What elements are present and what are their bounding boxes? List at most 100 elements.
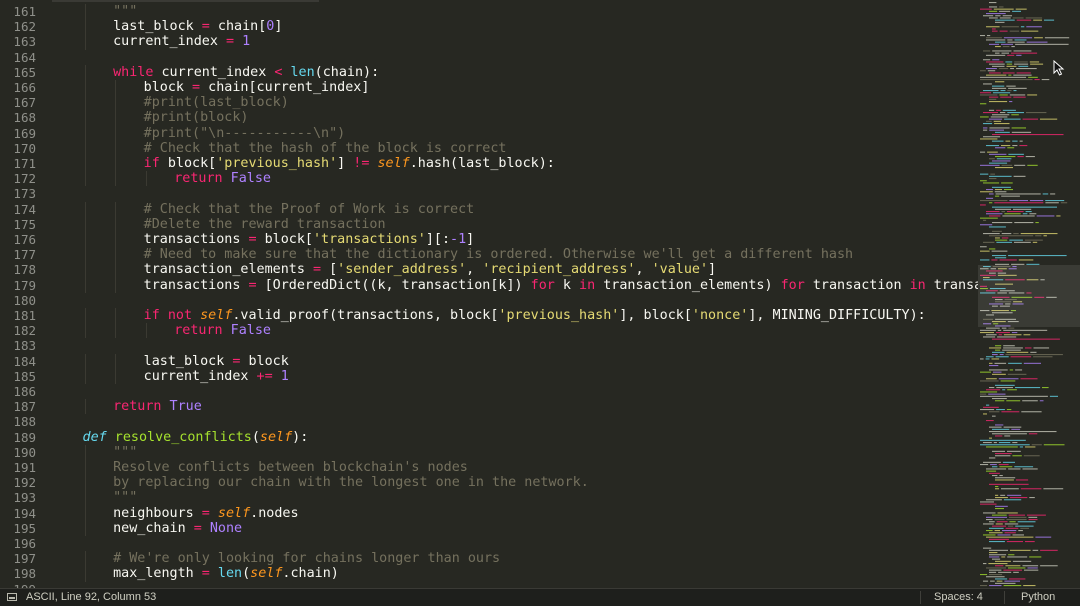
syntax-selector[interactable]: Python (1021, 591, 1055, 603)
code-line[interactable]: last_block = block (144, 354, 289, 369)
line-number: 167 (13, 95, 36, 111)
code-line[interactable]: Resolve conflicts between blockchain's n… (113, 460, 468, 475)
indent-guide (84, 247, 86, 263)
code-area[interactable]: """ last_block = chain[0] current_index = … (52, 0, 978, 588)
minimap-line (1016, 72, 1031, 74)
code-line[interactable]: while current_index < len(chain): (113, 65, 379, 80)
minimap-line (986, 567, 1006, 569)
minimap-line (989, 347, 1002, 349)
code-line[interactable]: """ (113, 4, 137, 19)
minimap-line (980, 224, 993, 226)
code-line[interactable]: return False (174, 323, 271, 338)
code-token: #print(block) (143, 110, 249, 126)
minimap-line (1044, 37, 1070, 39)
code-line[interactable]: if block['previous_hash'] != self.hash(l… (144, 156, 555, 171)
minimap-line (1012, 534, 1024, 536)
minimap-line (1026, 26, 1042, 28)
indentation-setting[interactable]: Spaces: 4 (934, 591, 983, 603)
code-line[interactable]: return False (174, 171, 271, 186)
minimap-line (1060, 202, 1068, 204)
code-line[interactable]: new_chain = None (113, 521, 242, 536)
minimap-line (995, 455, 1011, 457)
code-line[interactable]: """ (113, 445, 137, 460)
code-line[interactable]: transactions = block['transactions'][:-1… (144, 232, 475, 247)
minimap-line (1001, 164, 1013, 166)
minimap-line (1022, 400, 1038, 402)
minimap-line (1023, 455, 1040, 457)
code-line[interactable]: if not self.valid_proof(transactions, bl… (144, 308, 926, 323)
minimap-line (1025, 347, 1032, 349)
minimap-line (1004, 213, 1021, 215)
code-line[interactable]: by replacing our chain with the longest … (113, 475, 589, 490)
code-token: -1 (450, 232, 467, 247)
minimap-viewport[interactable] (978, 265, 1080, 327)
minimap-line (986, 420, 994, 422)
code-line[interactable]: #print(block) (144, 110, 249, 125)
minimap-line (1001, 237, 1009, 239)
minimap-line (983, 406, 999, 408)
code-line[interactable]: #print(last_block) (144, 95, 289, 110)
code-line[interactable]: return True (113, 399, 202, 414)
code-line[interactable]: #print("\n-----------\n") (144, 126, 346, 141)
code-token: not (167, 308, 193, 323)
minimap-line (989, 118, 1003, 120)
code-line[interactable]: def resolve_conflicts(self): (83, 430, 309, 445)
line-number-gutter: 161 162 163 164 165 166 167 168 169 170 171 172 173 1… (0, 0, 50, 588)
code-line[interactable]: block = chain[current_index] (144, 80, 370, 95)
minimap-line (1033, 19, 1042, 21)
code-token: len (217, 566, 243, 582)
minimap-line (993, 120, 1002, 122)
line-number: 176 (13, 232, 36, 247)
minimap[interactable] (978, 0, 1080, 588)
code-token: current_index (113, 34, 226, 50)
code-line[interactable]: #Delete the reward transaction (144, 217, 386, 232)
code-line[interactable]: # We're only looking for chains longer t… (113, 551, 500, 566)
minimap-line (1027, 514, 1046, 516)
minimap-line (1009, 200, 1028, 202)
code-line[interactable]: transactions = [OrderedDict((k, transact… (144, 278, 978, 293)
minimap-line (1003, 334, 1022, 336)
minimap-line (989, 369, 1008, 371)
code-line[interactable]: transaction_elements = ['sender_address'… (144, 262, 716, 277)
code-token: new_chain (113, 520, 194, 536)
code-token: None (209, 520, 243, 536)
minimap-line (1020, 26, 1025, 28)
line-number: 164 (13, 49, 36, 65)
code-editor[interactable]: 161 162 163 164 165 166 167 168 169 170 171 172 173 1… (0, 0, 1080, 588)
minimap-line (1049, 395, 1058, 397)
code-line[interactable]: neighbours = self.nodes (113, 506, 298, 521)
code-line[interactable]: current_index += 1 (144, 369, 289, 384)
code-line[interactable]: max_length = len(self.chain) (113, 566, 339, 581)
code-token: neighbours (113, 505, 202, 521)
indent-guide (145, 171, 147, 187)
minimap-line (983, 442, 992, 444)
minimap-line (992, 230, 1002, 232)
minimap-line (989, 457, 996, 459)
minimap-line (1056, 215, 1061, 217)
minimap-line (989, 549, 1008, 551)
minimap-line (1000, 112, 1006, 114)
minimap-line (1002, 215, 1035, 217)
code-token: = (201, 505, 210, 521)
minimap-line (1043, 235, 1047, 237)
minimap-line (987, 151, 998, 153)
code-line[interactable]: # Check that the Proof of Work is correc… (144, 202, 475, 217)
minimap-line (986, 356, 994, 358)
code-line[interactable]: # Need to make sure that the dictionary … (144, 247, 853, 262)
code-line[interactable]: # Check that the hash of the block is co… (144, 141, 507, 156)
code-token: 1 (242, 34, 251, 50)
line-number: 194 (13, 505, 36, 521)
minimap-line (1009, 497, 1028, 499)
panel-toggle-icon[interactable] (7, 593, 17, 601)
minimap-line (983, 461, 1001, 463)
code-line[interactable]: last_block = chain[0] (113, 19, 282, 34)
minimap-line (1027, 94, 1038, 96)
code-line[interactable]: current_index = 1 (113, 34, 250, 49)
minimap-line (992, 114, 1010, 116)
minimap-line (990, 116, 1008, 118)
code-line[interactable]: """ (113, 490, 137, 505)
indent-guide (84, 4, 86, 20)
minimap-line (1033, 356, 1053, 358)
